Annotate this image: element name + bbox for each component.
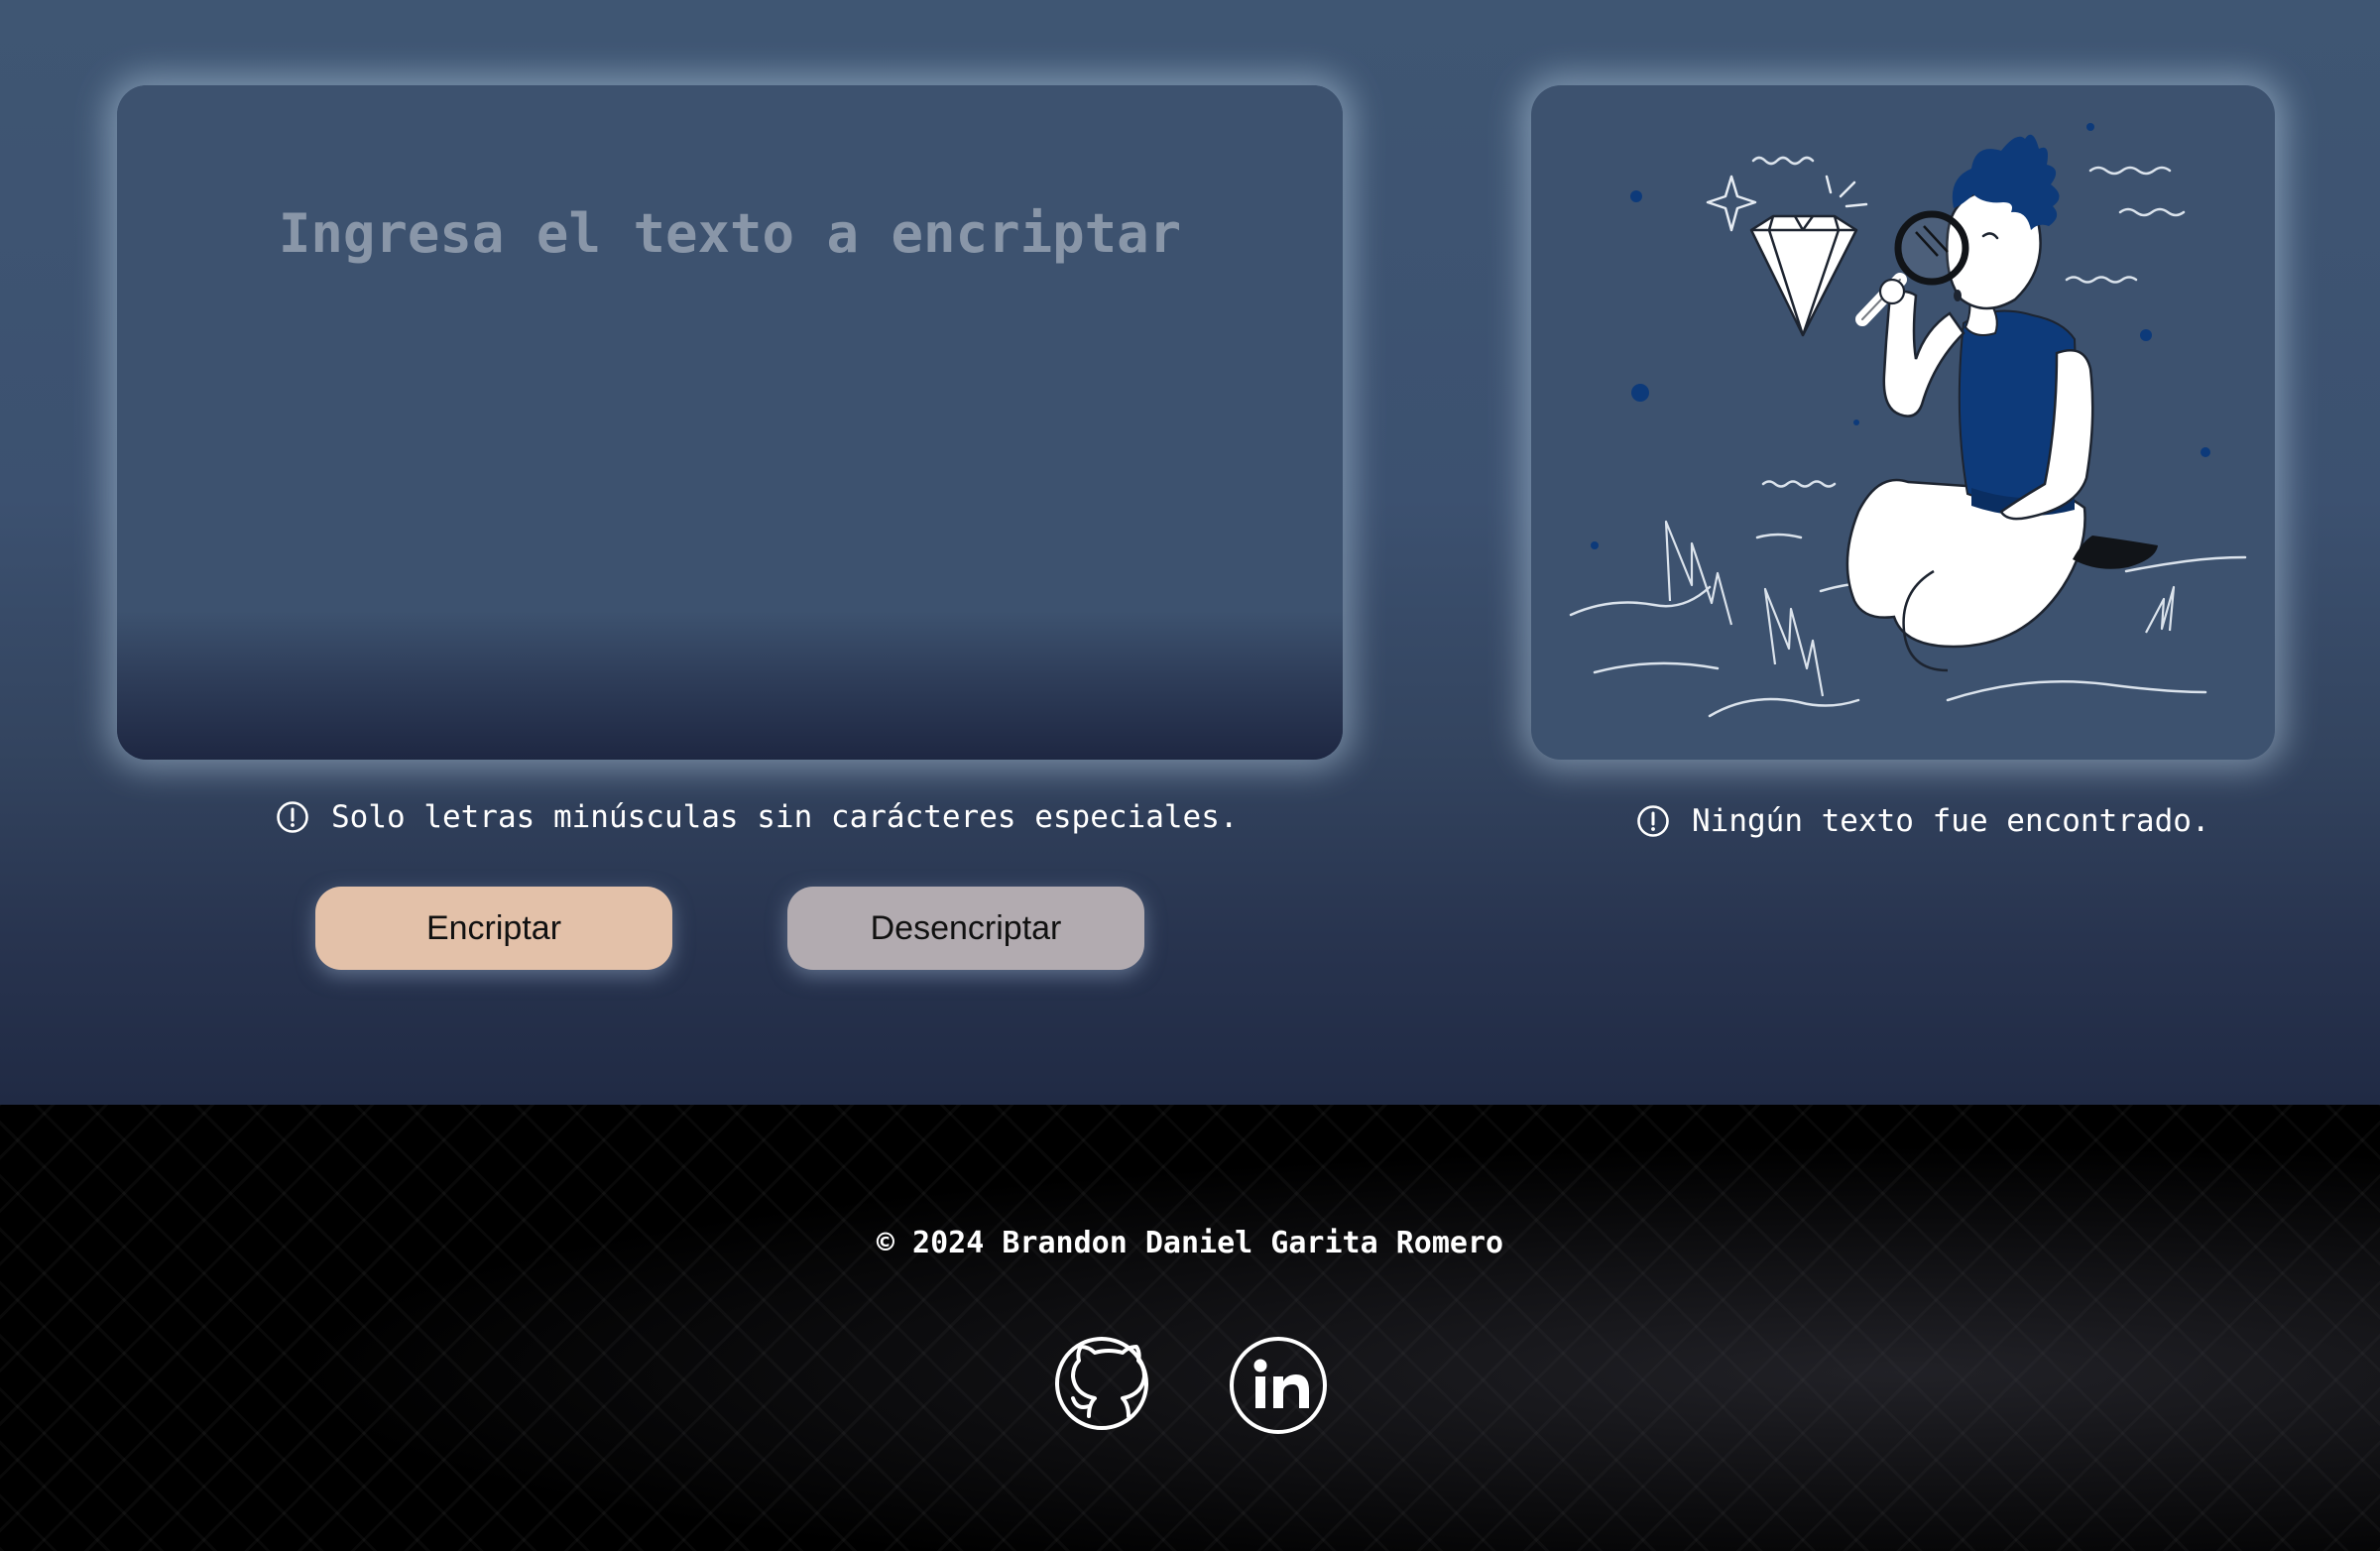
- output-status-text: Ningún texto fue encontrado.: [1692, 803, 2210, 839]
- main-section: Ingresa el texto a encriptar Solo letras…: [0, 0, 2380, 1105]
- person-magnifier-diamond-illustration: [1569, 123, 2247, 718]
- output-card: [1531, 85, 2275, 760]
- output-status: Ningún texto fue encontrado.: [1636, 803, 2210, 839]
- decrypt-button[interactable]: Desencriptar: [787, 887, 1144, 970]
- input-card: Ingresa el texto a encriptar: [117, 85, 1343, 760]
- text-input[interactable]: [117, 85, 1343, 760]
- input-hint-text: Solo letras minúsculas sin carácteres es…: [331, 799, 1239, 835]
- info-icon: [1637, 805, 1669, 837]
- copyright-text: © 2024 Brandon Daniel Garita Romero: [876, 1226, 1504, 1260]
- encrypt-button[interactable]: Encriptar: [315, 887, 672, 970]
- info-icon: [277, 801, 308, 833]
- linkedin-link[interactable]: [1228, 1335, 1329, 1440]
- footer: © 2024 Brandon Daniel Garita Romero: [0, 1105, 2380, 1551]
- linkedin-icon: [1230, 1337, 1327, 1434]
- github-link[interactable]: [1053, 1335, 1150, 1436]
- github-icon: [1055, 1337, 1148, 1430]
- input-hint: Solo letras minúsculas sin carácteres es…: [276, 799, 1239, 835]
